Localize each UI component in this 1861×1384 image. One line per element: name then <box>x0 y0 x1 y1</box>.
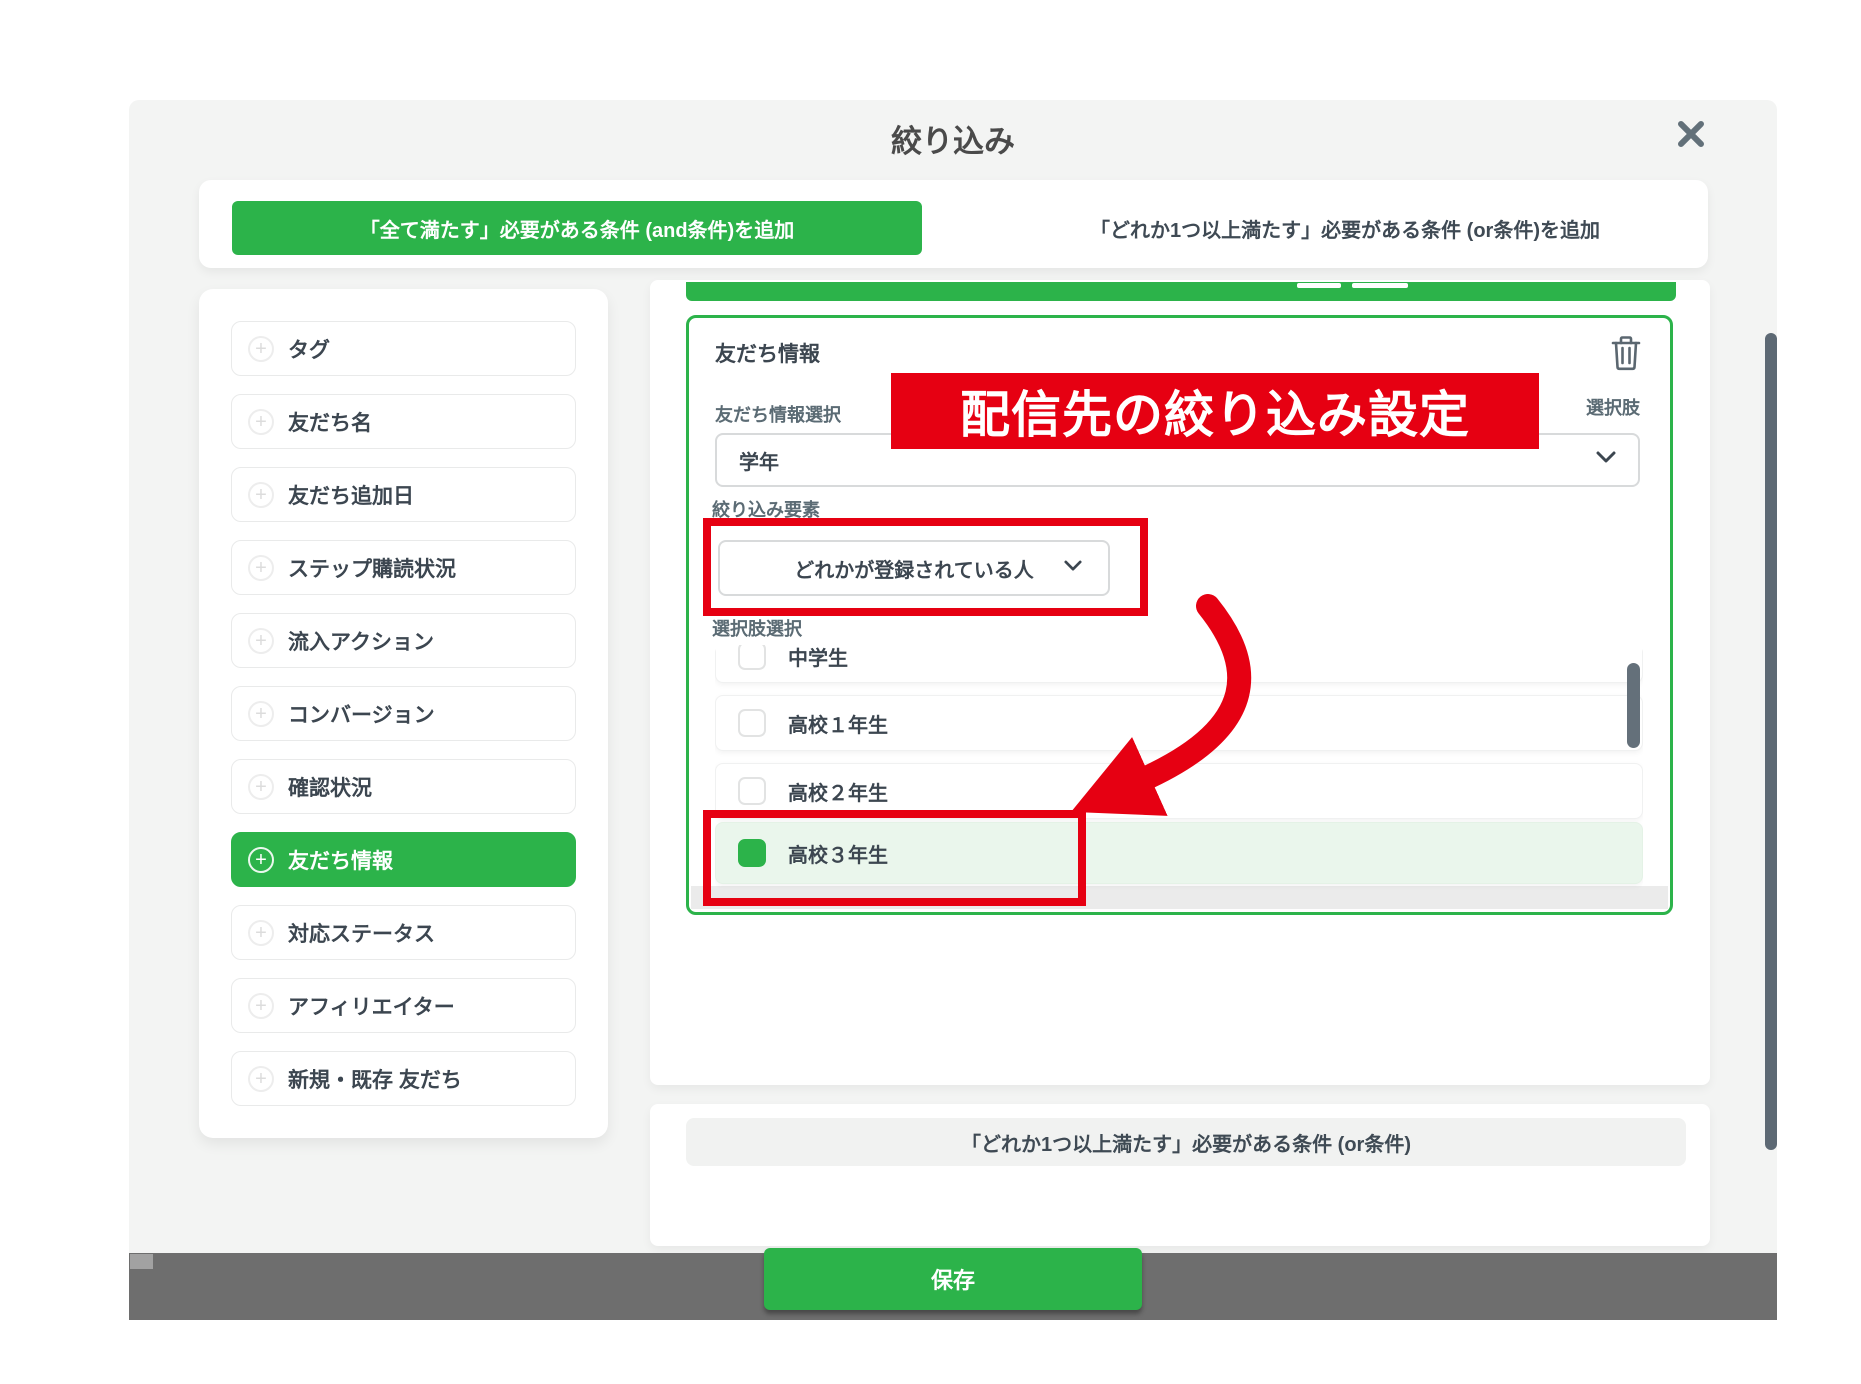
trash-icon <box>1608 360 1644 375</box>
choice-option-row[interactable]: 高校１年生 <box>715 695 1643 751</box>
cutoff-text-sliver <box>1297 283 1341 288</box>
modal-title: 絞り込み <box>129 116 1777 161</box>
sidebar-item-label: 友だち名 <box>288 407 372 437</box>
option-list-scrollbar[interactable] <box>1627 663 1640 748</box>
footer-corner-notch <box>130 1254 153 1269</box>
choice-option-label: 高校３年生 <box>788 839 888 868</box>
sidebar-item[interactable]: + タグ <box>231 321 576 376</box>
condition-category-sidebar: + タグ + 友だち名 + 友だち追加日 + ステップ購読状況 + 流入アクション + コンバージョン… <box>199 289 608 1138</box>
close-button[interactable] <box>1668 112 1714 158</box>
sidebar-item[interactable]: + コンバージョン <box>231 686 576 741</box>
plus-circle-icon: + <box>248 336 274 362</box>
sidebar-item-label: コンバージョン <box>288 699 435 729</box>
chevron-down-icon <box>1596 451 1616 469</box>
sidebar-item[interactable]: + 新規・既存 友だち <box>231 1051 576 1106</box>
sidebar-item[interactable]: + 対応ステータス <box>231 905 576 960</box>
choice-option-label: 中学生 <box>788 645 848 671</box>
sidebar-item-label: 友だち情報 <box>288 845 393 875</box>
plus-circle-icon: + <box>248 920 274 946</box>
add-or-condition-button[interactable]: 「どれか1つ以上満たす」必要がある条件 (or条件)を追加 <box>1000 201 1690 255</box>
sidebar-item-label: タグ <box>288 334 330 364</box>
sidebar-item-label: 流入アクション <box>288 626 434 656</box>
sidebar-item-label: アフィリエイター <box>288 991 455 1021</box>
choice-option-list: 中学生高校１年生高校２年生高校３年生 <box>715 645 1643 890</box>
sidebar-item-label: 友だち追加日 <box>288 480 414 510</box>
checkbox-unchecked-icon[interactable] <box>738 645 766 670</box>
checkbox-unchecked-icon[interactable] <box>738 777 766 805</box>
checkbox-checked-icon[interactable] <box>738 839 766 867</box>
choices-right-label: 選択肢 <box>1576 394 1640 420</box>
plus-circle-icon: + <box>248 1066 274 1092</box>
plus-circle-icon: + <box>248 701 274 727</box>
cutoff-text-sliver <box>1352 283 1408 288</box>
choice-option-label: 高校１年生 <box>788 709 888 738</box>
checkbox-unchecked-icon[interactable] <box>738 709 766 737</box>
sidebar-item-label: 対応ステータス <box>288 918 435 948</box>
add-and-condition-button[interactable]: 「全て満たす」必要がある条件 (and条件)を追加 <box>232 201 922 255</box>
plus-circle-icon: + <box>248 847 274 873</box>
filter-element-select[interactable]: どれかが登録されている人 <box>718 540 1110 596</box>
annotation-banner: 配信先の絞り込み設定 <box>891 373 1539 449</box>
plus-circle-icon: + <box>248 555 274 581</box>
chevron-down-icon <box>1064 559 1082 577</box>
choice-option-row[interactable]: 中学生 <box>715 645 1643 683</box>
choice-option-row[interactable]: 高校３年生 <box>715 822 1643 884</box>
sidebar-item-label: ステップ購読状況 <box>288 553 456 583</box>
or-condition-header[interactable]: 「どれか1つ以上満たす」必要がある条件 (or条件) <box>686 1118 1686 1166</box>
plus-circle-icon: + <box>248 993 274 1019</box>
save-button[interactable]: 保存 <box>764 1248 1142 1310</box>
choice-option-label: 高校２年生 <box>788 777 888 806</box>
sidebar-item[interactable]: + 友だち情報 <box>231 832 576 887</box>
page: 絞り込み 「全て満たす」必要がある条件 (and条件)を追加 「どれか1つ以上満… <box>0 0 1861 1384</box>
sidebar-item[interactable]: + ステップ購読状況 <box>231 540 576 595</box>
plus-circle-icon: + <box>248 482 274 508</box>
plus-circle-icon: + <box>248 774 274 800</box>
close-icon <box>1674 139 1708 154</box>
choice-select-label: 選択肢選択 <box>712 615 802 641</box>
plus-circle-icon: + <box>248 409 274 435</box>
condition-card-title: 友だち情報 <box>715 338 820 368</box>
sidebar-item[interactable]: + 流入アクション <box>231 613 576 668</box>
sidebar-item[interactable]: + 確認状況 <box>231 759 576 814</box>
choice-option-row[interactable]: 高校２年生 <box>715 763 1643 819</box>
sidebar-item[interactable]: + 友だち追加日 <box>231 467 576 522</box>
filter-element-label: 絞り込み要素 <box>712 496 820 522</box>
sidebar-item[interactable]: + アフィリエイター <box>231 978 576 1033</box>
modal-scrollbar[interactable] <box>1765 333 1777 1150</box>
sidebar-item[interactable]: + 友だち名 <box>231 394 576 449</box>
plus-circle-icon: + <box>248 628 274 654</box>
sidebar-item-label: 確認状況 <box>288 772 372 802</box>
and-condition-header-partial <box>686 282 1676 301</box>
delete-condition-button[interactable] <box>1606 334 1646 374</box>
sidebar-item-label: 新規・既存 友だち <box>288 1064 462 1094</box>
info-select-label: 友だち情報選択 <box>715 401 841 427</box>
